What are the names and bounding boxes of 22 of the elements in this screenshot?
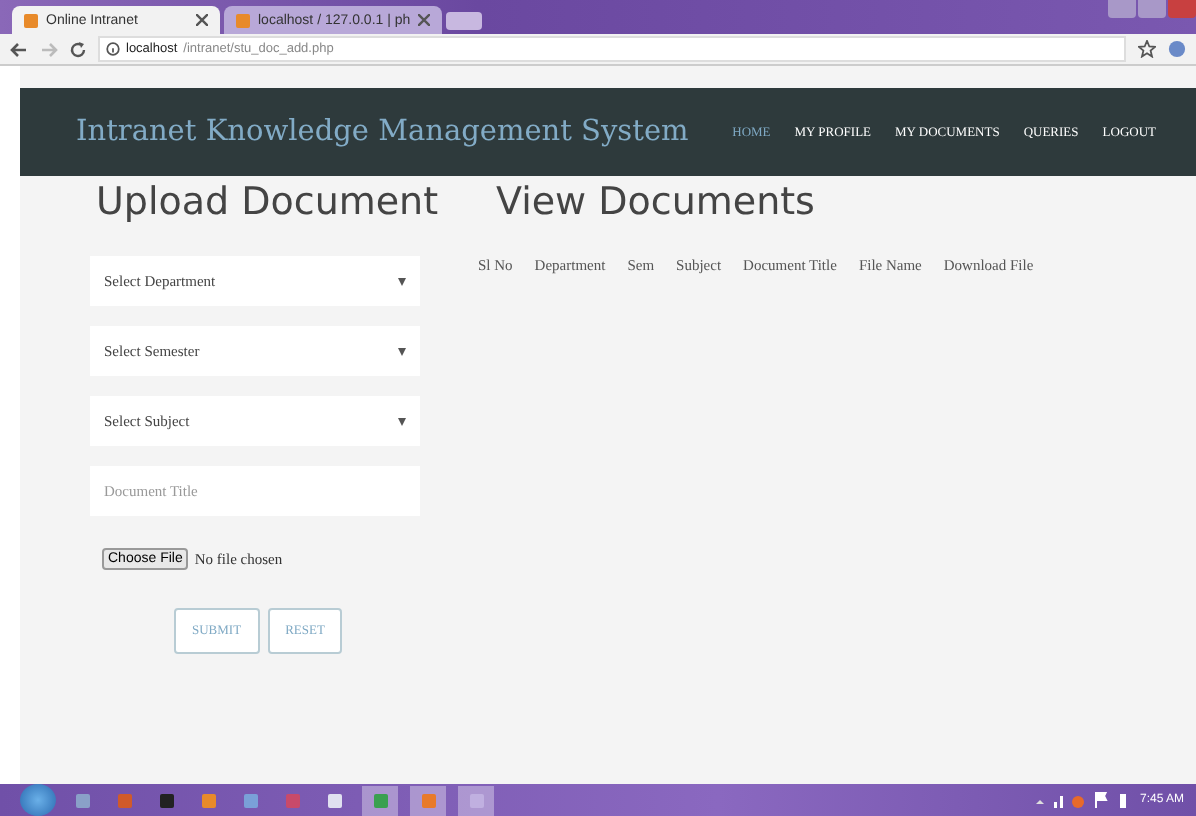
info-icon[interactable] bbox=[106, 42, 120, 56]
new-tab-button[interactable] bbox=[446, 12, 483, 30]
close-icon[interactable] bbox=[418, 14, 431, 26]
forward-icon[interactable] bbox=[40, 41, 58, 57]
reload-icon[interactable] bbox=[70, 41, 86, 57]
window-controls-drawing[interactable] bbox=[1108, 0, 1196, 18]
page-icon bbox=[236, 13, 250, 27]
taskbar-app[interactable] bbox=[410, 785, 446, 815]
caret-icon bbox=[398, 417, 406, 425]
taskbar-app[interactable] bbox=[458, 785, 494, 815]
star-icon[interactable] bbox=[1138, 40, 1156, 58]
caret-icon bbox=[398, 277, 406, 285]
section-heading: View Documents bbox=[494, 178, 815, 228]
page-icon bbox=[24, 13, 38, 27]
close-icon[interactable] bbox=[196, 14, 208, 26]
start-button[interactable] bbox=[20, 784, 56, 816]
back-icon[interactable] bbox=[10, 41, 28, 57]
section-heading: Upload Document bbox=[94, 178, 439, 228]
system-tray-icons-drawing[interactable] bbox=[1035, 792, 1128, 808]
caret-icon bbox=[398, 347, 406, 355]
taskbar-app[interactable] bbox=[362, 785, 398, 815]
site-title[interactable]: Intranet Knowledge Management System bbox=[76, 116, 689, 148]
